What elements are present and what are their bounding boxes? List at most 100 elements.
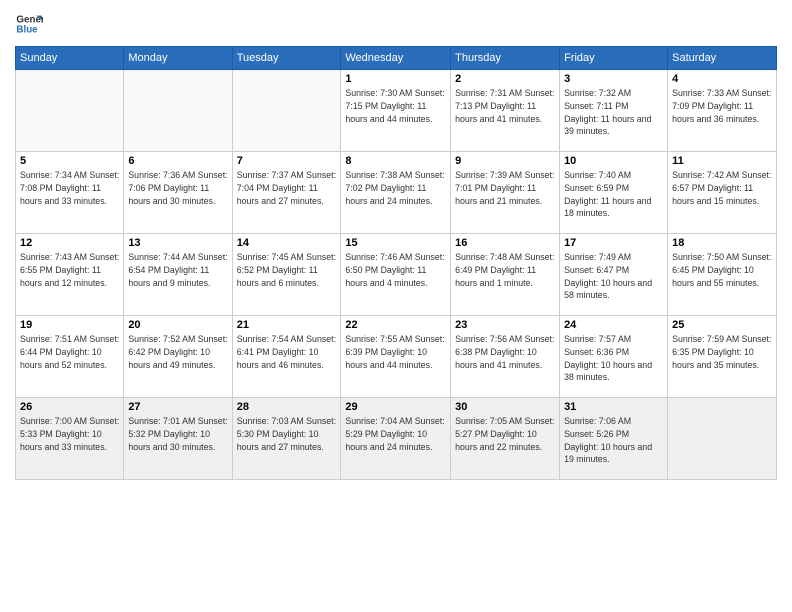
- day-number: 25: [672, 319, 772, 331]
- calendar-cell: 21 Sunrise: 7:54 AM Sunset: 6:41 PM Dayli…: [232, 316, 341, 398]
- day-number: 6: [128, 155, 227, 167]
- calendar-cell: [124, 70, 232, 152]
- day-info: Sunrise: 7:44 AM Sunset: 6:54 PM Dayligh…: [128, 251, 227, 289]
- day-number: 5: [20, 155, 119, 167]
- calendar-cell: 9 Sunrise: 7:39 AM Sunset: 7:01 PM Daylig…: [451, 152, 560, 234]
- day-number: 11: [672, 155, 772, 167]
- calendar-cell: 16Sunrise: 7:48 AM Sunset: 6:49 PM Dayli…: [451, 234, 560, 316]
- day-info: Sunrise: 7:38 AM Sunset: 7:02 PM Dayligh…: [345, 169, 446, 207]
- day-number: 3: [564, 73, 663, 85]
- day-number: 22: [345, 319, 446, 331]
- header: General Blue: [15, 10, 777, 38]
- day-info: Sunrise: 7:36 AM Sunset: 7:06 PM Dayligh…: [128, 169, 227, 207]
- weekday-header-wednesday: Wednesday: [341, 47, 451, 70]
- day-number: 10: [564, 155, 663, 167]
- calendar-cell: 14 Sunrise: 7:45 AM Sunset: 6:52 PM Dayli…: [232, 234, 341, 316]
- svg-text:Blue: Blue: [16, 24, 38, 35]
- day-info: Sunrise: 7:30 AM Sunset: 7:15 PM Dayligh…: [345, 87, 446, 125]
- weekday-header-monday: Monday: [124, 47, 232, 70]
- day-info: Sunrise: 7:56 AM Sunset: 6:38 PM Dayligh…: [455, 333, 555, 371]
- day-info: Sunrise: 7:00 AM Sunset: 5:33 PM Dayligh…: [20, 415, 119, 453]
- day-number: 12: [20, 237, 119, 249]
- day-info: Sunrise: 7:33 AM Sunset: 7:09 PM Dayligh…: [672, 87, 772, 125]
- calendar-cell: 4 Sunrise: 7:33 AM Sunset: 7:09 PM Daylig…: [668, 70, 777, 152]
- day-info: Sunrise: 7:50 AM Sunset: 6:45 PM Dayligh…: [672, 251, 772, 289]
- calendar-cell: 12Sunrise: 7:43 AM Sunset: 6:55 PM Dayli…: [16, 234, 124, 316]
- calendar-cell: 20Sunrise: 7:52 AM Sunset: 6:42 PM Dayli…: [124, 316, 232, 398]
- weekday-header-thursday: Thursday: [451, 47, 560, 70]
- day-info: Sunrise: 7:03 AM Sunset: 5:30 PM Dayligh…: [237, 415, 337, 453]
- calendar-header-row: SundayMondayTuesdayWednesdayThursdayFrid…: [16, 47, 777, 70]
- day-info: Sunrise: 7:57 AM Sunset: 6:36 PM Dayligh…: [564, 333, 663, 384]
- day-info: Sunrise: 7:51 AM Sunset: 6:44 PM Dayligh…: [20, 333, 119, 371]
- calendar-cell: 7 Sunrise: 7:37 AM Sunset: 7:04 PM Daylig…: [232, 152, 341, 234]
- calendar-cell: [16, 70, 124, 152]
- day-number: 19: [20, 319, 119, 331]
- day-number: 14: [237, 237, 337, 249]
- calendar-cell: 13 Sunrise: 7:44 AM Sunset: 6:54 PM Dayli…: [124, 234, 232, 316]
- day-number: 9: [455, 155, 555, 167]
- day-info: Sunrise: 7:40 AM Sunset: 6:59 PM Dayligh…: [564, 169, 663, 220]
- calendar-week-row: 1 Sunrise: 7:30 AM Sunset: 7:15 PM Daylig…: [16, 70, 777, 152]
- weekday-header-friday: Friday: [560, 47, 668, 70]
- calendar-cell: 28 Sunrise: 7:03 AM Sunset: 5:30 PM Dayli…: [232, 398, 341, 480]
- calendar-cell: 22 Sunrise: 7:55 AM Sunset: 6:39 PM Dayli…: [341, 316, 451, 398]
- calendar-cell: 11Sunrise: 7:42 AM Sunset: 6:57 PM Dayli…: [668, 152, 777, 234]
- calendar-week-row: 26Sunrise: 7:00 AM Sunset: 5:33 PM Dayli…: [16, 398, 777, 480]
- day-info: Sunrise: 7:01 AM Sunset: 5:32 PM Dayligh…: [128, 415, 227, 453]
- day-number: 17: [564, 237, 663, 249]
- calendar-cell: [232, 70, 341, 152]
- weekday-header-tuesday: Tuesday: [232, 47, 341, 70]
- day-number: 15: [345, 237, 446, 249]
- day-number: 24: [564, 319, 663, 331]
- calendar-week-row: 12Sunrise: 7:43 AM Sunset: 6:55 PM Dayli…: [16, 234, 777, 316]
- calendar-cell: 23 Sunrise: 7:56 AM Sunset: 6:38 PM Dayli…: [451, 316, 560, 398]
- day-number: 7: [237, 155, 337, 167]
- calendar-cell: 17 Sunrise: 7:49 AM Sunset: 6:47 PM Dayli…: [560, 234, 668, 316]
- calendar-cell: 5 Sunrise: 7:34 AM Sunset: 7:08 PM Daylig…: [16, 152, 124, 234]
- weekday-header-saturday: Saturday: [668, 47, 777, 70]
- page: General Blue SundayMondayTuesdayWednesda…: [0, 0, 792, 612]
- calendar-cell: 8 Sunrise: 7:38 AM Sunset: 7:02 PM Daylig…: [341, 152, 451, 234]
- calendar-cell: 27Sunrise: 7:01 AM Sunset: 5:32 PM Dayli…: [124, 398, 232, 480]
- day-number: 4: [672, 73, 772, 85]
- day-number: 18: [672, 237, 772, 249]
- calendar-cell: 10 Sunrise: 7:40 AM Sunset: 6:59 PM Dayli…: [560, 152, 668, 234]
- calendar-cell: [668, 398, 777, 480]
- day-info: Sunrise: 7:34 AM Sunset: 7:08 PM Dayligh…: [20, 169, 119, 207]
- day-number: 31: [564, 401, 663, 413]
- day-info: Sunrise: 7:31 AM Sunset: 7:13 PM Dayligh…: [455, 87, 555, 125]
- calendar-week-row: 5 Sunrise: 7:34 AM Sunset: 7:08 PM Daylig…: [16, 152, 777, 234]
- logo: General Blue: [15, 10, 49, 38]
- calendar-cell: 2 Sunrise: 7:31 AM Sunset: 7:13 PM Daylig…: [451, 70, 560, 152]
- day-info: Sunrise: 7:55 AM Sunset: 6:39 PM Dayligh…: [345, 333, 446, 371]
- day-info: Sunrise: 7:59 AM Sunset: 6:35 PM Dayligh…: [672, 333, 772, 371]
- day-info: Sunrise: 7:52 AM Sunset: 6:42 PM Dayligh…: [128, 333, 227, 371]
- day-number: 28: [237, 401, 337, 413]
- calendar-cell: 3 Sunrise: 7:32 AM Sunset: 7:11 PM Daylig…: [560, 70, 668, 152]
- weekday-header-sunday: Sunday: [16, 47, 124, 70]
- day-number: 1: [345, 73, 446, 85]
- day-number: 30: [455, 401, 555, 413]
- day-info: Sunrise: 7:04 AM Sunset: 5:29 PM Dayligh…: [345, 415, 446, 453]
- logo-icon: General Blue: [15, 10, 43, 38]
- calendar-cell: 31 Sunrise: 7:06 AM Sunset: 5:26 PM Dayli…: [560, 398, 668, 480]
- day-number: 23: [455, 319, 555, 331]
- calendar-cell: 30Sunrise: 7:05 AM Sunset: 5:27 PM Dayli…: [451, 398, 560, 480]
- day-info: Sunrise: 7:54 AM Sunset: 6:41 PM Dayligh…: [237, 333, 337, 371]
- day-info: Sunrise: 7:06 AM Sunset: 5:26 PM Dayligh…: [564, 415, 663, 466]
- day-number: 8: [345, 155, 446, 167]
- day-info: Sunrise: 7:39 AM Sunset: 7:01 PM Dayligh…: [455, 169, 555, 207]
- day-info: Sunrise: 7:32 AM Sunset: 7:11 PM Dayligh…: [564, 87, 663, 138]
- day-info: Sunrise: 7:37 AM Sunset: 7:04 PM Dayligh…: [237, 169, 337, 207]
- day-info: Sunrise: 7:49 AM Sunset: 6:47 PM Dayligh…: [564, 251, 663, 302]
- calendar-table: SundayMondayTuesdayWednesdayThursdayFrid…: [15, 46, 777, 480]
- day-info: Sunrise: 7:45 AM Sunset: 6:52 PM Dayligh…: [237, 251, 337, 289]
- calendar-cell: 25 Sunrise: 7:59 AM Sunset: 6:35 PM Dayli…: [668, 316, 777, 398]
- day-number: 13: [128, 237, 227, 249]
- calendar-cell: 1 Sunrise: 7:30 AM Sunset: 7:15 PM Daylig…: [341, 70, 451, 152]
- day-info: Sunrise: 7:48 AM Sunset: 6:49 PM Dayligh…: [455, 251, 555, 289]
- day-number: 2: [455, 73, 555, 85]
- calendar-cell: 26Sunrise: 7:00 AM Sunset: 5:33 PM Dayli…: [16, 398, 124, 480]
- day-number: 21: [237, 319, 337, 331]
